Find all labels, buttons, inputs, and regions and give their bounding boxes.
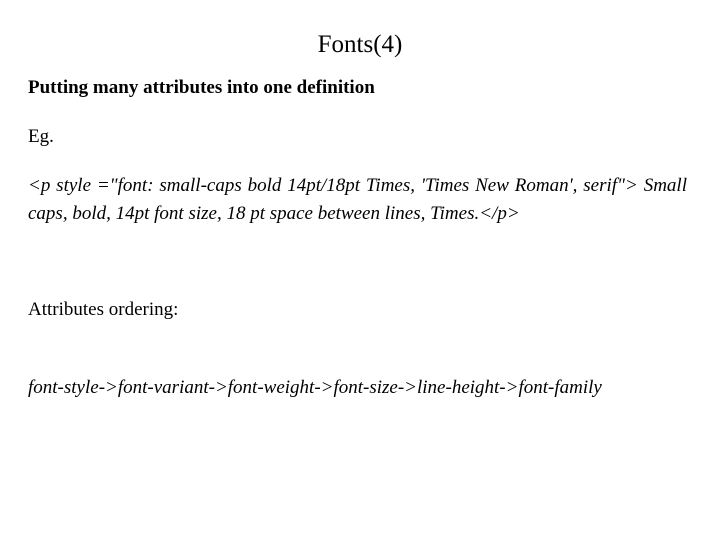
slide: Fonts(4) Putting many attributes into on… bbox=[0, 0, 720, 540]
slide-body: Putting many attributes into one definit… bbox=[28, 76, 688, 402]
example-code: <p style ="font: small-caps bold 14pt/18… bbox=[28, 175, 687, 224]
ordering-label: Attributes ordering: bbox=[28, 299, 179, 320]
ordering-value: font-style->font-variant->font-weight->f… bbox=[28, 377, 602, 398]
slide-title: Fonts(4) bbox=[317, 31, 403, 58]
slide-heading: Putting many attributes into one definit… bbox=[28, 77, 375, 98]
example-label: Eg. bbox=[28, 126, 54, 147]
